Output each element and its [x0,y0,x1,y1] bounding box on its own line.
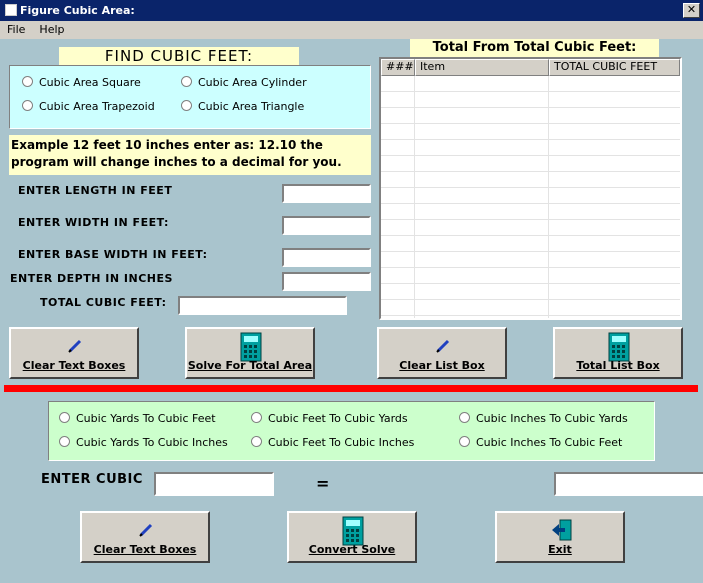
col-header-item[interactable]: Item [415,59,549,76]
pencil-icon [436,339,450,353]
base-width-label: ENTER BASE WIDTH IN FEET: [18,248,208,261]
menu-file[interactable]: File [0,21,32,39]
app-icon [5,4,17,16]
converted-result-output[interactable] [554,472,703,496]
convert-solve-button[interactable]: Convert Solve [287,511,417,563]
window-title: Figure Cubic Area: [20,4,135,17]
total-cubic-feet-label: TOTAL CUBIC FEET: [40,296,167,309]
calculator-icon [240,332,262,362]
conversion-options-panel: Cubic Yards To Cubic Feet Cubic Feet To … [48,401,655,461]
radio-cubic-area-cylinder[interactable]: Cubic Area Cylinder [181,76,307,89]
radio-cubic-inches-to-cubic-feet[interactable]: Cubic Inches To Cubic Feet [459,436,622,449]
depth-label: ENTER DEPTH IN INCHES [10,272,173,285]
radio-cubic-area-square[interactable]: Cubic Area Square [22,76,141,89]
calculator-icon [608,332,630,362]
example-note: Example 12 feet 10 inches enter as: 12.1… [9,135,371,175]
clear-text-boxes-lower-label: Clear Text Boxes [93,543,197,556]
width-input[interactable] [282,216,371,235]
enter-cubic-input[interactable] [154,472,274,496]
base-width-input[interactable] [282,248,371,267]
solve-total-area-button[interactable]: Solve For Total Area [185,327,315,379]
window-title-bar: Figure Cubic Area: [0,0,703,21]
radio-circle-icon [251,436,262,447]
width-label: ENTER WIDTH IN FEET: [18,216,169,229]
radio-circle-icon [459,412,470,423]
solve-total-area-label: Solve For Total Area [187,359,313,372]
clear-text-boxes-label: Clear Text Boxes [22,359,126,372]
radio-circle-icon [22,100,33,111]
menu-bar: File Help [0,21,703,39]
close-button[interactable]: ✕ [683,3,700,18]
radio-circle-icon [59,436,70,447]
enter-cubic-label: ENTER CUBIC [41,472,143,487]
exit-door-icon [552,519,572,541]
radio-cubic-area-triangle[interactable]: Cubic Area Triangle [181,100,304,113]
total-list-box-button[interactable]: Total List Box [553,327,683,379]
convert-solve-label: Convert Solve [308,543,396,556]
length-label: ENTER LENGTH IN FEET [18,184,173,197]
shape-options-panel: Cubic Area Square Cubic Area Cylinder Cu… [9,65,371,129]
total-cubic-feet-output[interactable] [178,296,347,315]
equals-sign: = [316,474,330,493]
clear-text-boxes-lower-button[interactable]: Clear Text Boxes [80,511,210,563]
length-input[interactable] [282,184,371,203]
example-line-1: Example 12 feet 10 inches enter as: 12.1… [11,138,323,152]
clear-list-box-button[interactable]: Clear List Box [377,327,507,379]
radio-cubic-yards-to-cubic-feet[interactable]: Cubic Yards To Cubic Feet [59,412,216,425]
radio-circle-icon [181,76,192,87]
radio-cubic-feet-to-cubic-yards[interactable]: Cubic Feet To Cubic Yards [251,412,408,425]
col-header-total[interactable]: TOTAL CUBIC FEET [549,59,680,76]
find-heading: FIND CUBIC FEET: [59,47,299,66]
radio-circle-icon [59,412,70,423]
radio-circle-icon [22,76,33,87]
radio-circle-icon [251,412,262,423]
pencil-icon [68,339,82,353]
pencil-icon [139,523,153,537]
menu-help[interactable]: Help [32,21,71,39]
example-line-2: program will change inches to a decimal … [11,155,342,169]
section-divider [4,385,698,392]
depth-input[interactable] [282,272,371,291]
total-list-box-label: Total List Box [576,359,660,372]
exit-button[interactable]: Exit [495,511,625,563]
exit-label: Exit [548,543,572,556]
radio-circle-icon [181,100,192,111]
calculator-icon [342,516,364,546]
col-header-number[interactable]: ### [381,59,415,76]
list-heading: Total From Total Cubic Feet: [410,39,659,57]
radio-circle-icon [459,436,470,447]
radio-cubic-area-trapezoid[interactable]: Cubic Area Trapezoid [22,100,155,113]
grid-lines [381,76,680,318]
results-list[interactable]: ### Item TOTAL CUBIC FEET [379,57,682,320]
clear-list-box-label: Clear List Box [399,359,485,372]
radio-cubic-yards-to-cubic-inches[interactable]: Cubic Yards To Cubic Inches [59,436,228,449]
clear-text-boxes-button[interactable]: Clear Text Boxes [9,327,139,379]
radio-cubic-feet-to-cubic-inches[interactable]: Cubic Feet To Cubic Inches [251,436,414,449]
radio-cubic-inches-to-cubic-yards[interactable]: Cubic Inches To Cubic Yards [459,412,628,425]
